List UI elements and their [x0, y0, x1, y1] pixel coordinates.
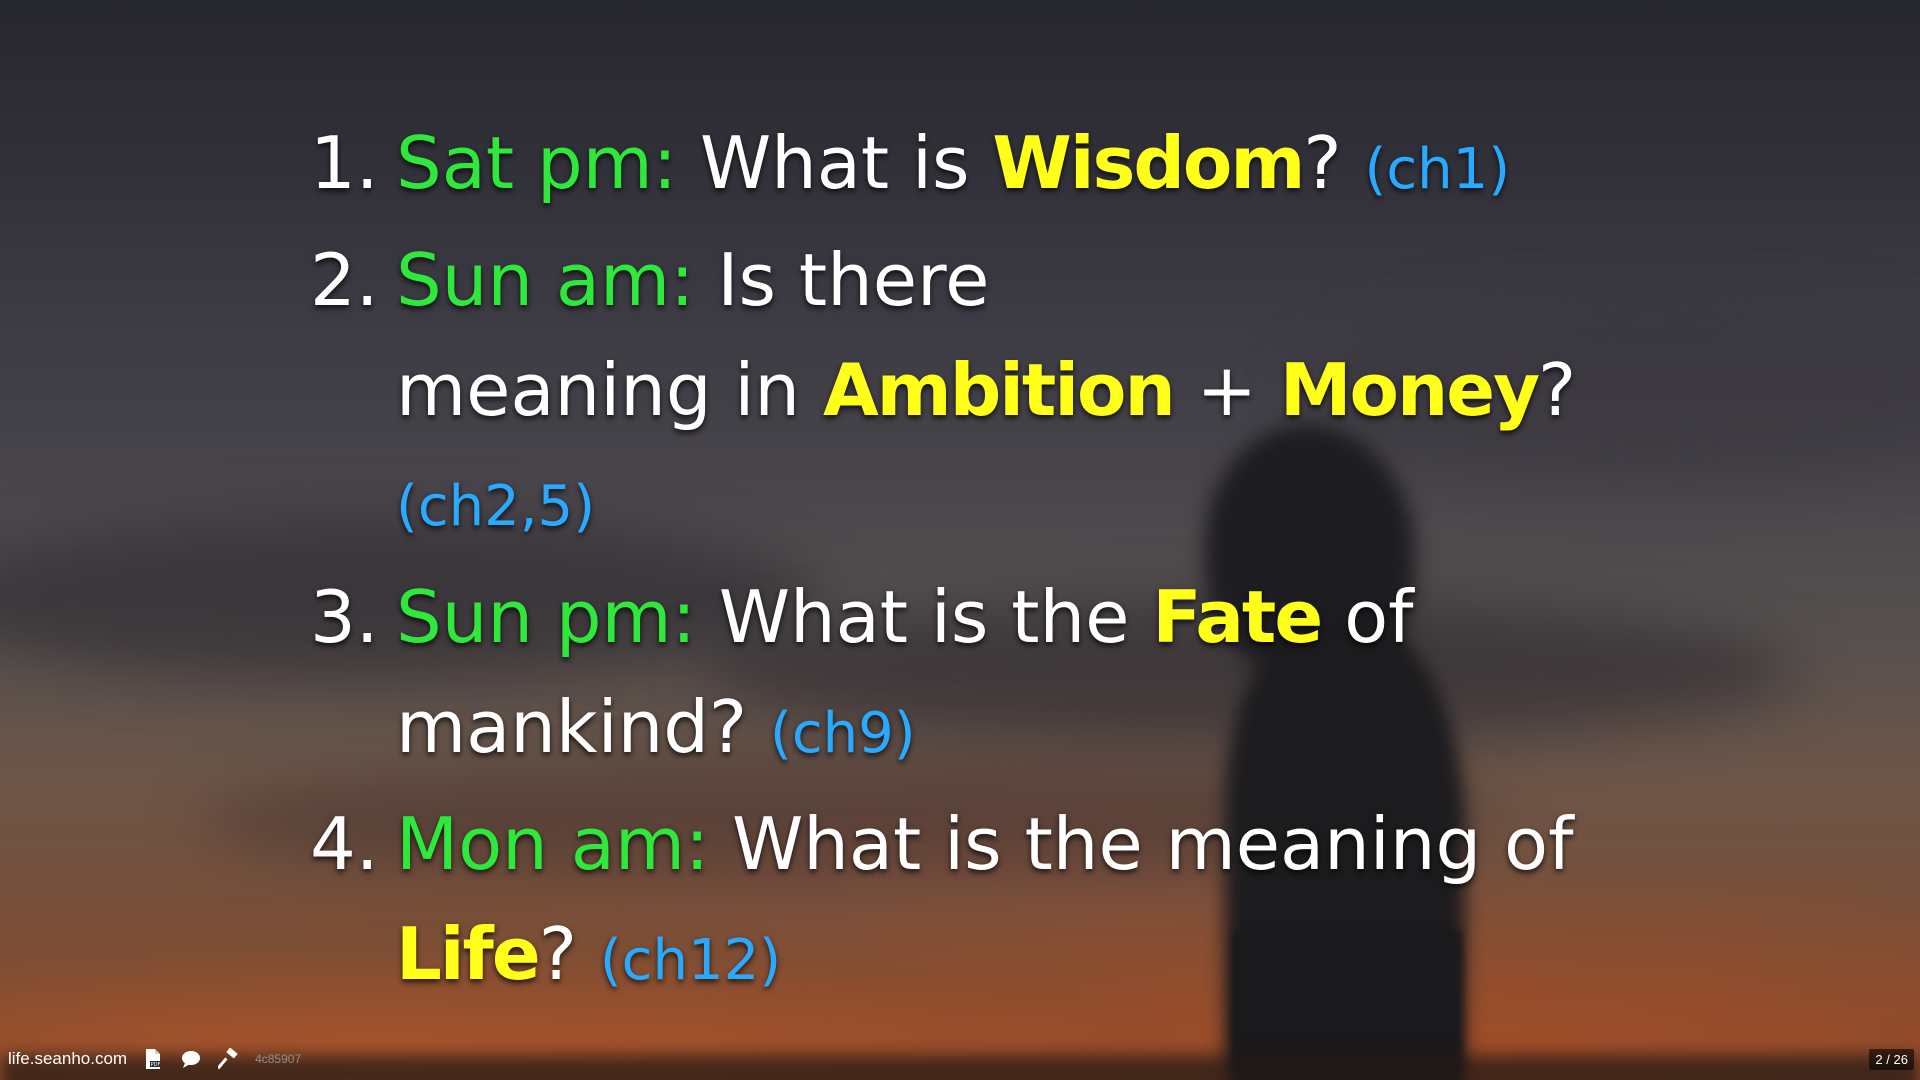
chapter-ref: (ch1)	[1364, 137, 1511, 202]
item-number: 3.	[310, 575, 379, 659]
comment-icon[interactable]	[179, 1047, 203, 1071]
footer-bar: life.seanho.com PDF 4c85907	[8, 1046, 301, 1072]
question-text: What is	[699, 121, 970, 205]
question-mark: ?	[1538, 348, 1577, 432]
keyword: Life	[396, 912, 541, 996]
chapter-ref: (ch12)	[599, 928, 782, 993]
pdf-icon[interactable]: PDF	[141, 1047, 165, 1071]
current-page: 2	[1875, 1052, 1883, 1067]
commit-hash: 4c85907	[255, 1052, 302, 1066]
time-label: Sun pm:	[396, 575, 696, 659]
item-number: 2.	[310, 238, 379, 322]
agenda-item: 4. Mon am: What is the meaning of Life? …	[310, 789, 1610, 1016]
question-text: Is there	[717, 238, 990, 322]
agenda-item: 2. Sun am: Is there meaning in Ambition …	[310, 225, 1610, 562]
page-separator: /	[1886, 1052, 1890, 1067]
agenda-item: 3. Sun pm: What is the Fate of mankind? …	[310, 562, 1610, 789]
keyword: Fate	[1152, 575, 1323, 659]
question-text: mankind?	[396, 685, 748, 769]
page-counter: 2 / 26	[1869, 1049, 1914, 1070]
keyword: Money	[1279, 348, 1540, 432]
agenda-list: 1. Sat pm: What is Wisdom? (ch1) 2. Sun …	[310, 108, 1610, 1016]
item-number: 1.	[310, 121, 379, 205]
total-pages: 26	[1893, 1052, 1908, 1067]
svg-text:PDF: PDF	[151, 1062, 161, 1068]
keyword: Wisdom	[992, 121, 1305, 205]
question-mark: ?	[538, 912, 577, 996]
site-link[interactable]: life.seanho.com	[8, 1049, 127, 1069]
joiner: +	[1196, 348, 1257, 432]
keyword: Ambition	[822, 348, 1176, 432]
chapter-ref: (ch2,5)	[396, 474, 596, 539]
chapter-ref: (ch9)	[770, 701, 916, 766]
item-number: 4.	[310, 802, 379, 886]
question-text: What is the	[718, 575, 1130, 659]
time-label: Sun am:	[396, 238, 695, 322]
time-label: Sat pm:	[396, 121, 678, 205]
hammer-icon[interactable]	[217, 1047, 241, 1071]
question-text: of	[1344, 575, 1414, 659]
slide: 1. Sat pm: What is Wisdom? (ch1) 2. Sun …	[0, 0, 1920, 1080]
time-label: Mon am:	[396, 802, 710, 886]
question-text: What is the meaning of	[732, 802, 1574, 886]
question-text: meaning in	[396, 348, 801, 432]
agenda-item: 1. Sat pm: What is Wisdom? (ch1)	[310, 108, 1610, 225]
question-mark: ?	[1303, 121, 1342, 205]
